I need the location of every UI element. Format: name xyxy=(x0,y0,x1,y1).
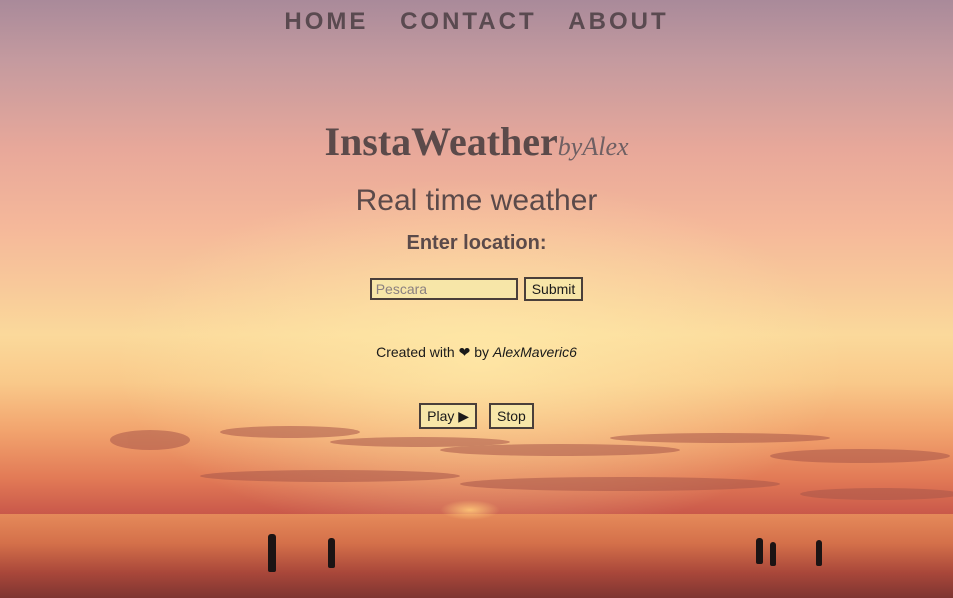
stop-button[interactable]: Stop xyxy=(489,403,534,429)
cloud-layer xyxy=(110,426,953,500)
nav-about[interactable]: ABOUT xyxy=(568,8,668,35)
play-button[interactable]: Play ▶ xyxy=(419,403,478,429)
swimmer-silhouette xyxy=(268,534,276,572)
location-form: Submit xyxy=(0,277,953,301)
credit-line: Created with ❤ by AlexMaveric6 xyxy=(0,344,953,361)
sun-reflection xyxy=(440,500,500,520)
location-input[interactable] xyxy=(369,278,518,300)
location-label: Enter location: xyxy=(406,232,547,254)
submit-button[interactable]: Submit xyxy=(523,277,584,301)
swimmer-silhouette xyxy=(770,542,776,566)
swimmer-silhouette xyxy=(756,538,763,564)
brand-title: InstaWeatherbyAlex xyxy=(0,118,953,165)
nav-contact[interactable]: CONTACT xyxy=(400,8,537,35)
sky-glow xyxy=(0,0,953,520)
brand-byline: byAlex xyxy=(557,132,629,161)
top-nav: HOME CONTACT ABOUT xyxy=(0,8,953,36)
nav-home[interactable]: HOME xyxy=(284,8,368,35)
credit-prefix: Created with xyxy=(376,344,455,360)
swimmer-silhouette xyxy=(816,540,822,566)
sea xyxy=(0,514,953,598)
brand-name: InstaWeather xyxy=(324,119,558,164)
credit-by: by xyxy=(474,344,489,360)
credit-author: AlexMaveric6 xyxy=(492,344,577,360)
heart-icon: ❤ xyxy=(458,344,471,360)
swimmer-silhouette xyxy=(328,538,335,568)
page-subtitle: Real time weather xyxy=(355,184,598,217)
audio-controls: Play ▶ Stop xyxy=(0,403,953,429)
